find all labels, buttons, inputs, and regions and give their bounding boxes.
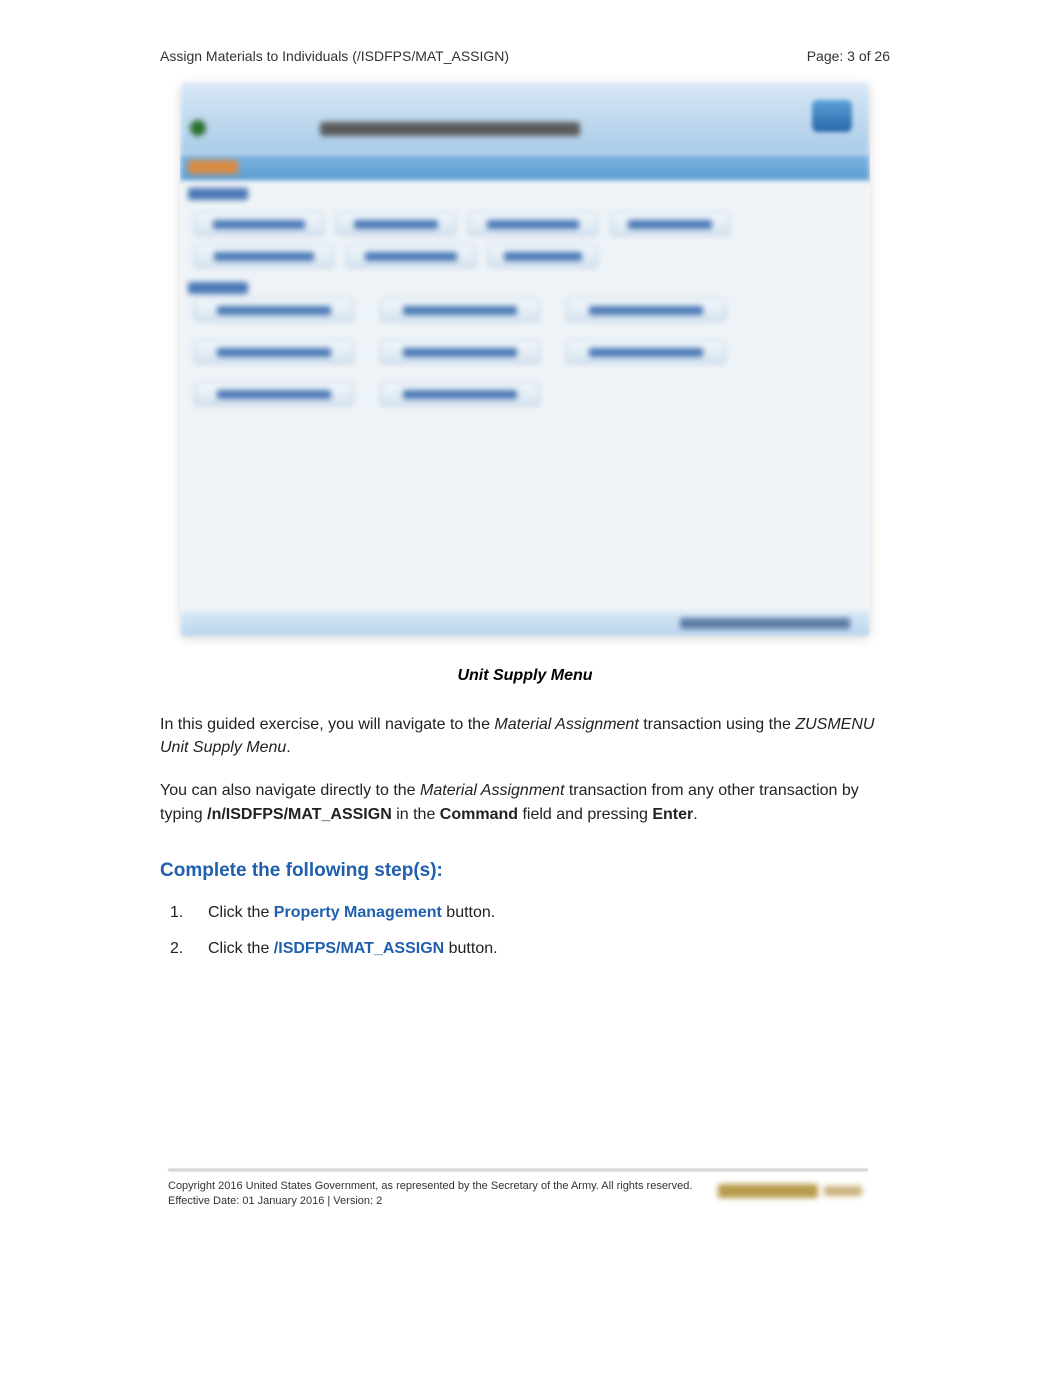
intro-paragraph-1: In this guided exercise, you will naviga… — [160, 713, 890, 759]
step-number: 1. — [160, 904, 208, 922]
sap-logo-icon — [812, 100, 852, 132]
section-title: Complete the following step(s): — [160, 860, 890, 882]
screenshot-caption: Unit Supply Menu — [160, 667, 890, 685]
mat-assign-link: /ISDFPS/MAT_ASSIGN — [274, 940, 444, 957]
step-text: Click the /ISDFPS/MAT_ASSIGN button. — [208, 940, 890, 958]
page-footer: Copyright 2016 United States Government,… — [168, 1168, 868, 1210]
sap-body — [180, 182, 870, 611]
sap-toolbar — [180, 82, 870, 154]
page-header: Assign Materials to Individuals (/ISDFPS… — [160, 48, 890, 64]
step-number: 2. — [160, 940, 208, 958]
property-management-link: Property Management — [274, 904, 442, 921]
sap-status-bar — [180, 611, 870, 637]
footer-text: Copyright 2016 United States Government,… — [168, 1179, 692, 1210]
step-text: Click the Property Management button. — [208, 904, 890, 922]
footer-divider — [168, 1168, 868, 1171]
footer-logo — [718, 1179, 868, 1203]
sap-title-bar — [180, 154, 870, 182]
intro-paragraph-2: You can also navigate directly to the Ma… — [160, 779, 890, 825]
page-number: Page: 3 of 26 — [807, 48, 890, 64]
list-item: 1. Click the Property Management button. — [160, 904, 890, 922]
sap-screenshot — [180, 82, 870, 637]
doc-title: Assign Materials to Individuals (/ISDFPS… — [160, 48, 509, 64]
step-list: 1. Click the Property Management button.… — [160, 904, 890, 958]
list-item: 2. Click the /ISDFPS/MAT_ASSIGN button. — [160, 940, 890, 958]
